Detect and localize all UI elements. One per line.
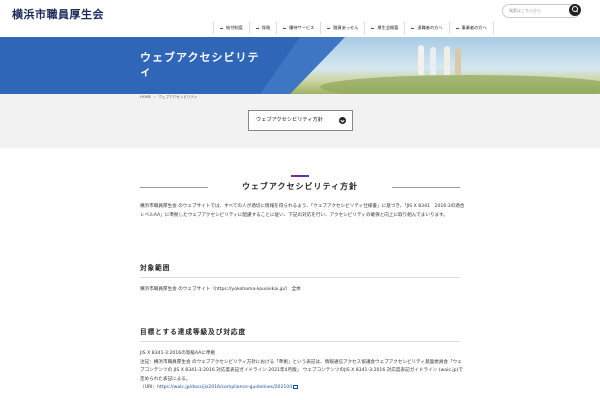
nav-item-services[interactable]: 優待サービス bbox=[276, 22, 320, 34]
target-text: JIS X 8341-3:2016の等級AAに準拠 注記：横浜市職員厚生会 のウ… bbox=[140, 350, 465, 393]
nav-item-about[interactable]: 厚生会概要 bbox=[364, 22, 404, 34]
target-level: JIS X 8341-3:2016の等級AAに準拠 bbox=[140, 351, 216, 356]
hero-figure bbox=[430, 47, 436, 75]
nav-item-insurance[interactable]: 保険 bbox=[248, 22, 276, 34]
site-logo[interactable]: 横浜市職員厚生会 bbox=[12, 6, 104, 22]
external-link-icon bbox=[293, 384, 299, 389]
nav-item-retirees[interactable]: 退職者の方へ bbox=[404, 22, 448, 34]
scope-text: 横浜市職員厚生会 のウェブサイト（https://yokohama-kousei… bbox=[140, 287, 301, 292]
hero-banner: ウェブアクセシビリティ bbox=[0, 37, 600, 94]
hero-background bbox=[0, 37, 600, 94]
breadcrumb: HOME › ウェブアクセシビリティ bbox=[140, 95, 197, 100]
scope-heading: 対象範囲 bbox=[140, 262, 460, 278]
hero-figure bbox=[455, 48, 461, 75]
anchor-link-label: ウェブアクセシビリティ方針 bbox=[256, 117, 323, 123]
nav-item-employers[interactable]: 事業者の方へ bbox=[448, 22, 494, 34]
heading-accent bbox=[291, 175, 309, 177]
target-heading: 目標とする達成等級及び対応度 bbox=[140, 326, 460, 342]
target-uri: （URI：https://waic.jp/docs/jis2016/compli… bbox=[140, 384, 465, 393]
hero-figure bbox=[418, 45, 424, 75]
breadcrumb-current: ウェブアクセシビリティ bbox=[158, 95, 198, 99]
arrow-down-icon bbox=[339, 117, 346, 124]
guideline-link[interactable]: https://waic.jp/docs/jis2016/compliance-… bbox=[157, 385, 292, 390]
search-icon[interactable] bbox=[569, 4, 581, 16]
global-nav: 給付制度 保険 優待サービス 融資あっせん 厚生会概要 退職者の方へ 事業者の方… bbox=[213, 22, 494, 36]
section-heading: ウェブアクセシビリティ方針 bbox=[241, 182, 359, 191]
hero-figure bbox=[444, 46, 450, 75]
target-note: 注記：横浜市職員厚生会 のウェブアクセシビリティ方針における「準拠」という表記は… bbox=[140, 359, 463, 382]
breadcrumb-home[interactable]: HOME bbox=[140, 95, 151, 99]
breadcrumb-separator: › bbox=[153, 95, 156, 99]
page-title: ウェブアクセシビリティ bbox=[140, 51, 260, 78]
intro-text: 横浜市職員厚生会 のウェブサイトでは、すべての人が適切に情報を得られるよう、「ウ… bbox=[140, 204, 465, 218]
nav-item-loans[interactable]: 融資あっせん bbox=[320, 22, 364, 34]
anchor-link-button[interactable]: ウェブアクセシビリティ方針 bbox=[248, 110, 353, 131]
nav-item-benefits[interactable]: 給付制度 bbox=[213, 22, 249, 34]
